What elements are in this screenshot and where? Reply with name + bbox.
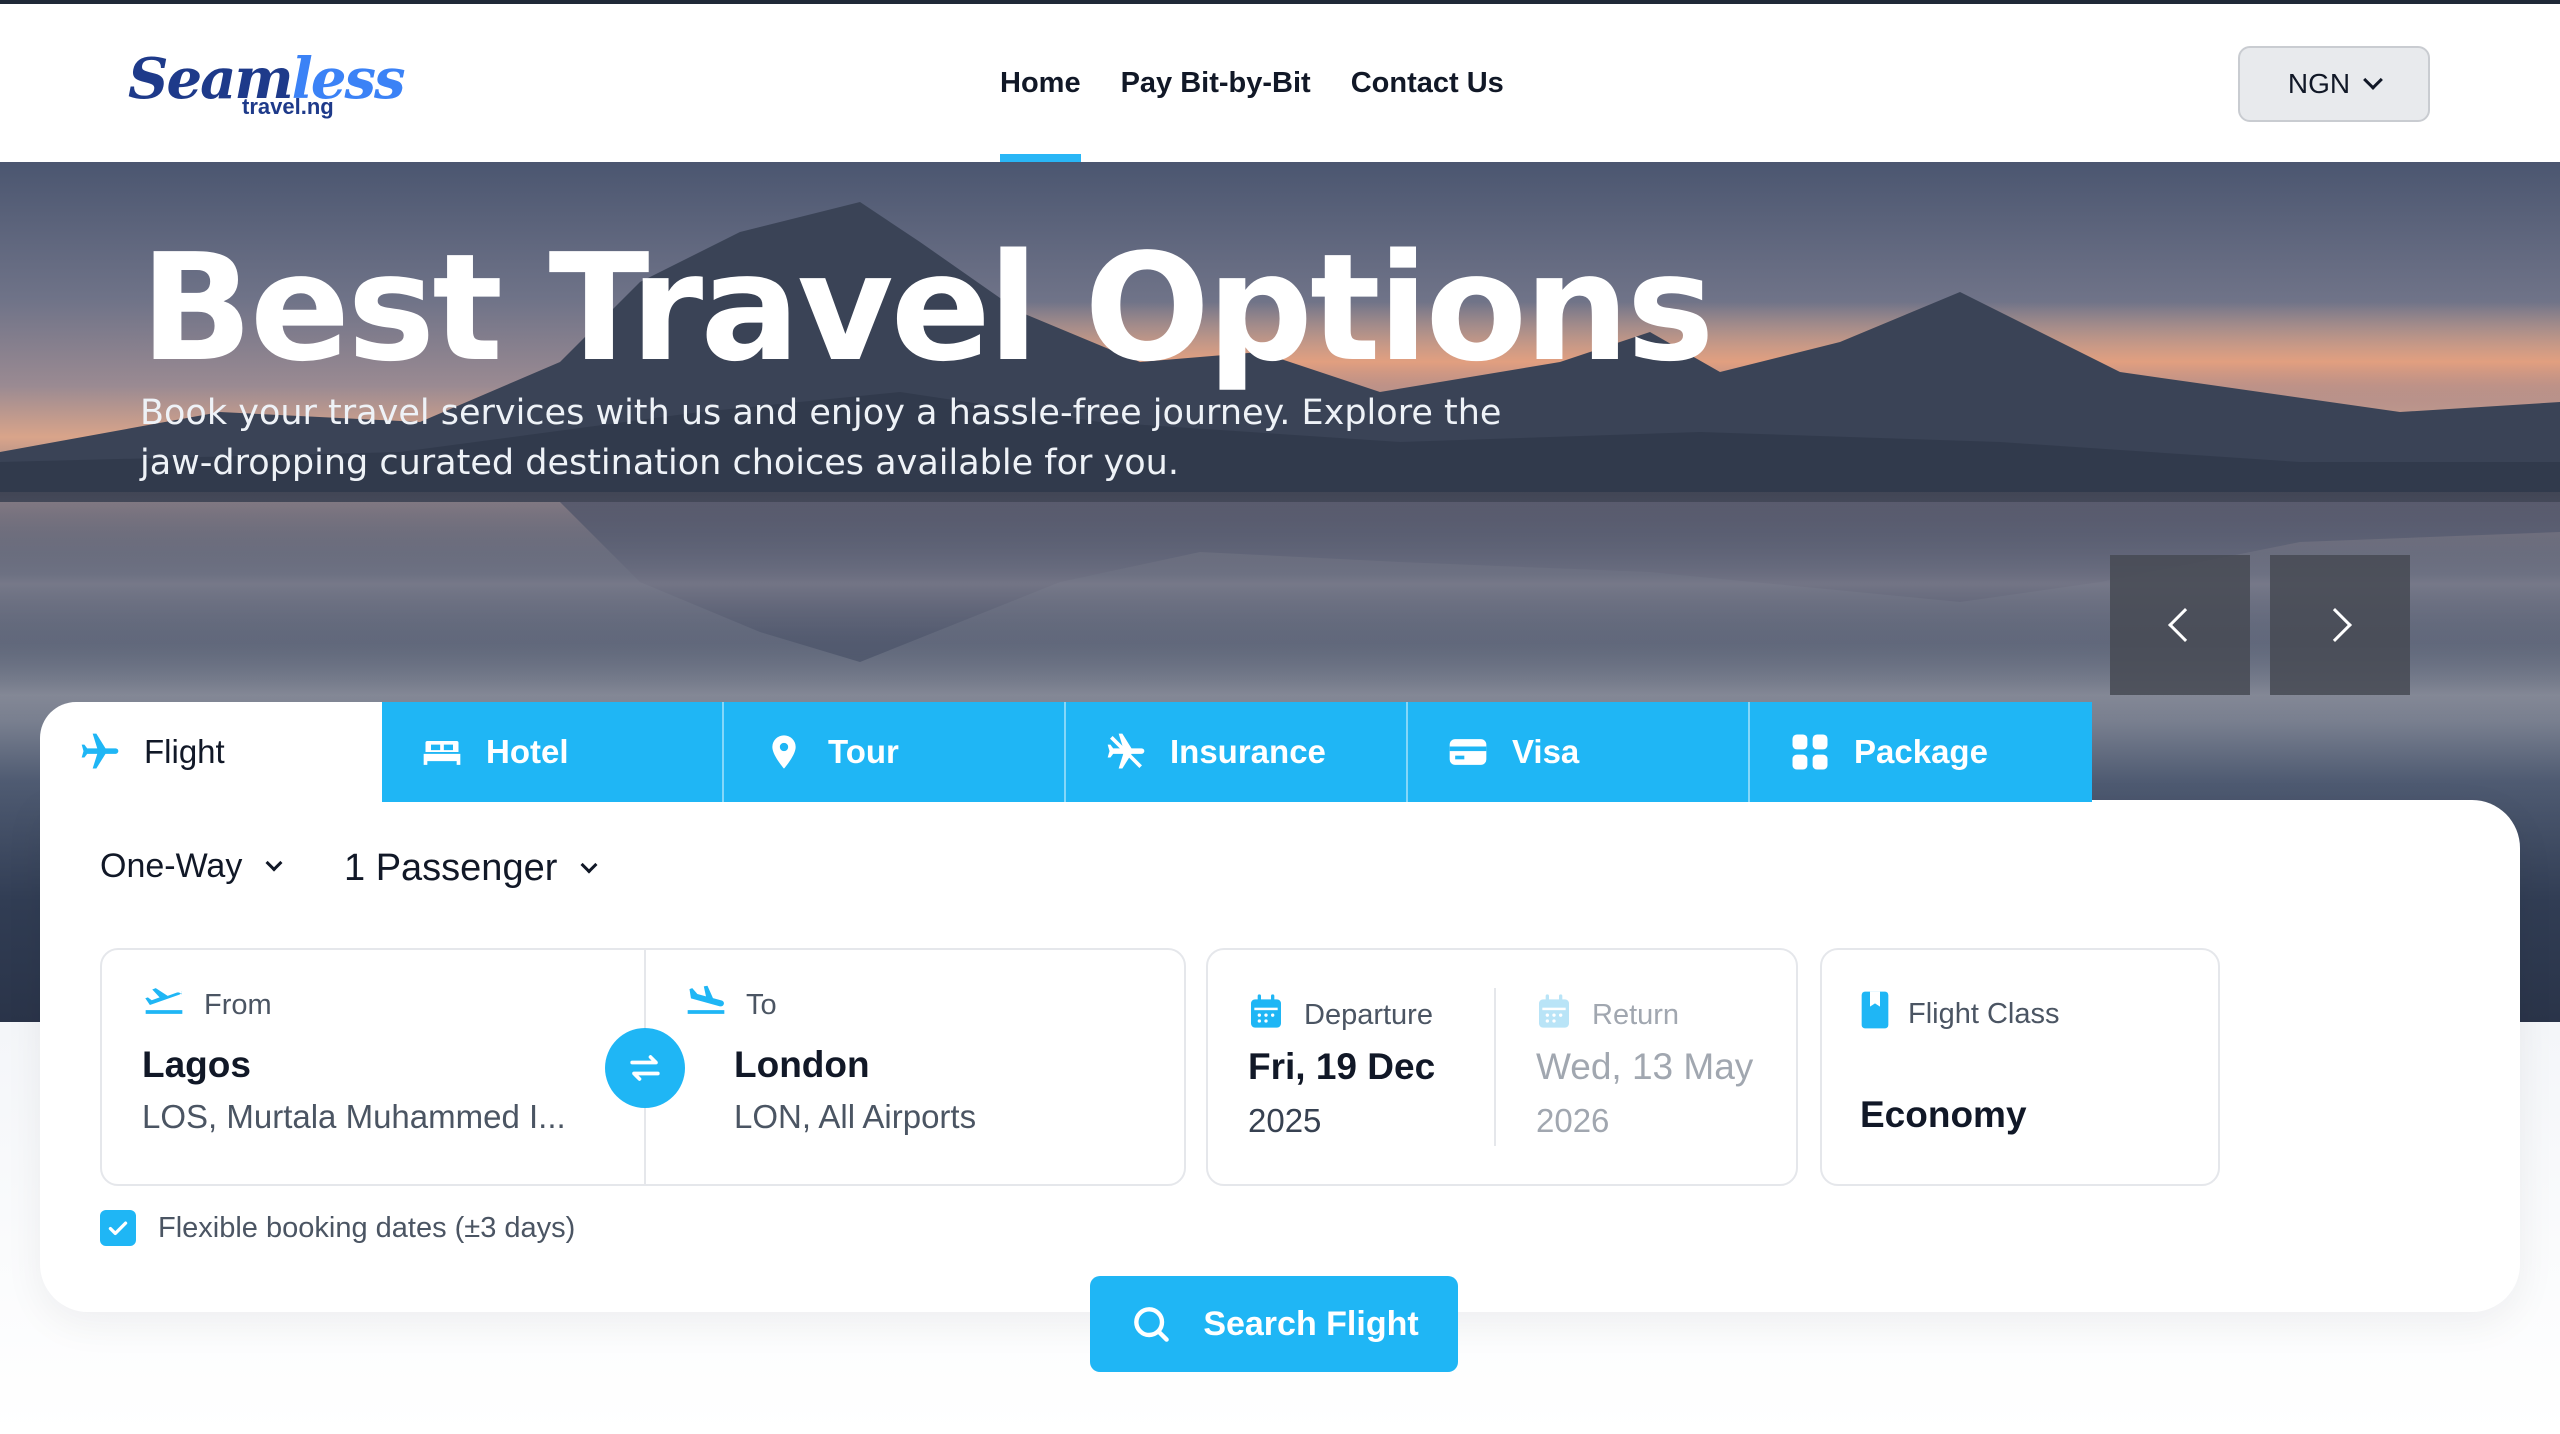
tab-hotel[interactable]: Hotel	[382, 702, 724, 802]
hero-title: Best Travel Options	[140, 222, 1715, 394]
main-nav: Home Pay Bit-by-Bit Contact Us	[1000, 4, 1504, 162]
swap-icon	[630, 1055, 660, 1081]
search-flight-button[interactable]: Search Flight	[1090, 1276, 1458, 1372]
tab-visa-label: Visa	[1512, 733, 1580, 770]
chevron-left-icon	[2168, 608, 2202, 642]
tab-flight-label: Flight	[144, 733, 225, 770]
hero-subtitle-line2: jaw-dropping curated destination choices…	[140, 443, 1179, 483]
tab-insurance[interactable]: Insurance	[1066, 702, 1408, 802]
takeoff-icon	[142, 984, 186, 1026]
chevron-right-icon	[2318, 608, 2352, 642]
swap-route-button[interactable]	[605, 1028, 685, 1108]
trip-type-select[interactable]: One-Way	[100, 847, 283, 886]
location-pin-icon	[762, 730, 806, 774]
tab-tour-label: Tour	[828, 733, 899, 770]
to-city[interactable]: London	[734, 1044, 870, 1086]
nav-pay-bit-by-bit[interactable]: Pay Bit-by-Bit	[1121, 4, 1311, 162]
hero-subtitle: Book your travel services with us and en…	[140, 388, 1540, 488]
to-label: To	[684, 984, 777, 1026]
nav-home[interactable]: Home	[1000, 4, 1081, 162]
passenger-select[interactable]: 1 Passenger	[344, 847, 598, 890]
bed-icon	[420, 730, 464, 774]
tab-flight[interactable]: Flight	[40, 702, 382, 802]
return-year[interactable]: 2026	[1536, 1102, 1609, 1140]
from-airport[interactable]: LOS, Murtala Muhammed I...	[142, 1098, 566, 1136]
departure-date[interactable]: Fri, 19 Dec	[1248, 1046, 1435, 1088]
flexible-dates-label: Flexible booking dates (±3 days)	[158, 1211, 576, 1244]
tab-tour[interactable]: Tour	[724, 702, 1066, 802]
return-label: Return	[1534, 990, 1679, 1040]
tab-hotel-label: Hotel	[486, 733, 569, 770]
chevron-down-icon	[580, 856, 598, 873]
return-date[interactable]: Wed, 13 May	[1536, 1046, 1753, 1088]
airplane-icon	[78, 730, 122, 774]
flexible-dates-checkbox[interactable]	[100, 1210, 136, 1246]
logo-subtext: travel.ng	[242, 94, 334, 119]
flight-class-value[interactable]: Economy	[1860, 1094, 2027, 1136]
flight-class-field[interactable]	[1820, 948, 2220, 1186]
search-icon	[1134, 1307, 1170, 1342]
trip-type-value: One-Way	[100, 847, 243, 885]
from-label-text: From	[204, 988, 272, 1021]
search-flight-label: Search Flight	[1203, 1304, 1419, 1343]
carousel-prev-button[interactable]	[2110, 555, 2250, 695]
calendar-icon	[1246, 990, 1286, 1040]
tab-package-label: Package	[1854, 733, 1988, 770]
departure-year[interactable]: 2025	[1248, 1102, 1321, 1140]
calendar-icon	[1534, 990, 1574, 1040]
landing-icon	[684, 984, 728, 1026]
flexible-dates-option[interactable]: Flexible booking dates (±3 days)	[100, 1210, 575, 1246]
bookmark-icon	[1860, 990, 1890, 1038]
chevron-down-icon	[265, 854, 283, 871]
tab-insurance-label: Insurance	[1170, 733, 1326, 770]
currency-value: NGN	[2287, 68, 2351, 99]
currency-selector[interactable]: NGN	[2238, 46, 2430, 122]
from-label: From	[142, 984, 272, 1026]
departure-label: Departure	[1246, 990, 1433, 1040]
nav-contact-us[interactable]: Contact Us	[1351, 4, 1504, 162]
grid-icon	[1788, 730, 1832, 774]
flight-class-label: Flight Class	[1860, 990, 2060, 1038]
tab-package[interactable]: Package	[1750, 702, 2092, 802]
from-city[interactable]: Lagos	[142, 1044, 251, 1086]
hero-subtitle-line1: Book your travel services with us and en…	[140, 393, 1502, 433]
carousel-next-button[interactable]	[2270, 555, 2410, 695]
tab-visa[interactable]: Visa	[1408, 702, 1750, 802]
passenger-value: 1 Passenger	[344, 847, 558, 889]
date-divider	[1494, 988, 1496, 1146]
chevron-down-icon	[2363, 70, 2384, 90]
service-tabs: Flight Hotel Tour Insurance Visa Package	[40, 702, 2092, 802]
checkmark-icon	[108, 1221, 128, 1236]
card-icon	[1446, 730, 1490, 774]
to-label-text: To	[746, 988, 777, 1021]
plane-shield-icon	[1104, 730, 1148, 774]
flight-class-label-text: Flight Class	[1908, 997, 2060, 1030]
to-airport[interactable]: LON, All Airports	[734, 1098, 976, 1136]
return-label-text: Return	[1592, 998, 1680, 1031]
site-header: Seamless travel.ng Home Pay Bit-by-Bit C…	[0, 4, 2560, 162]
brand-logo[interactable]: Seamless travel.ng	[128, 46, 406, 126]
departure-label-text: Departure	[1304, 998, 1433, 1031]
